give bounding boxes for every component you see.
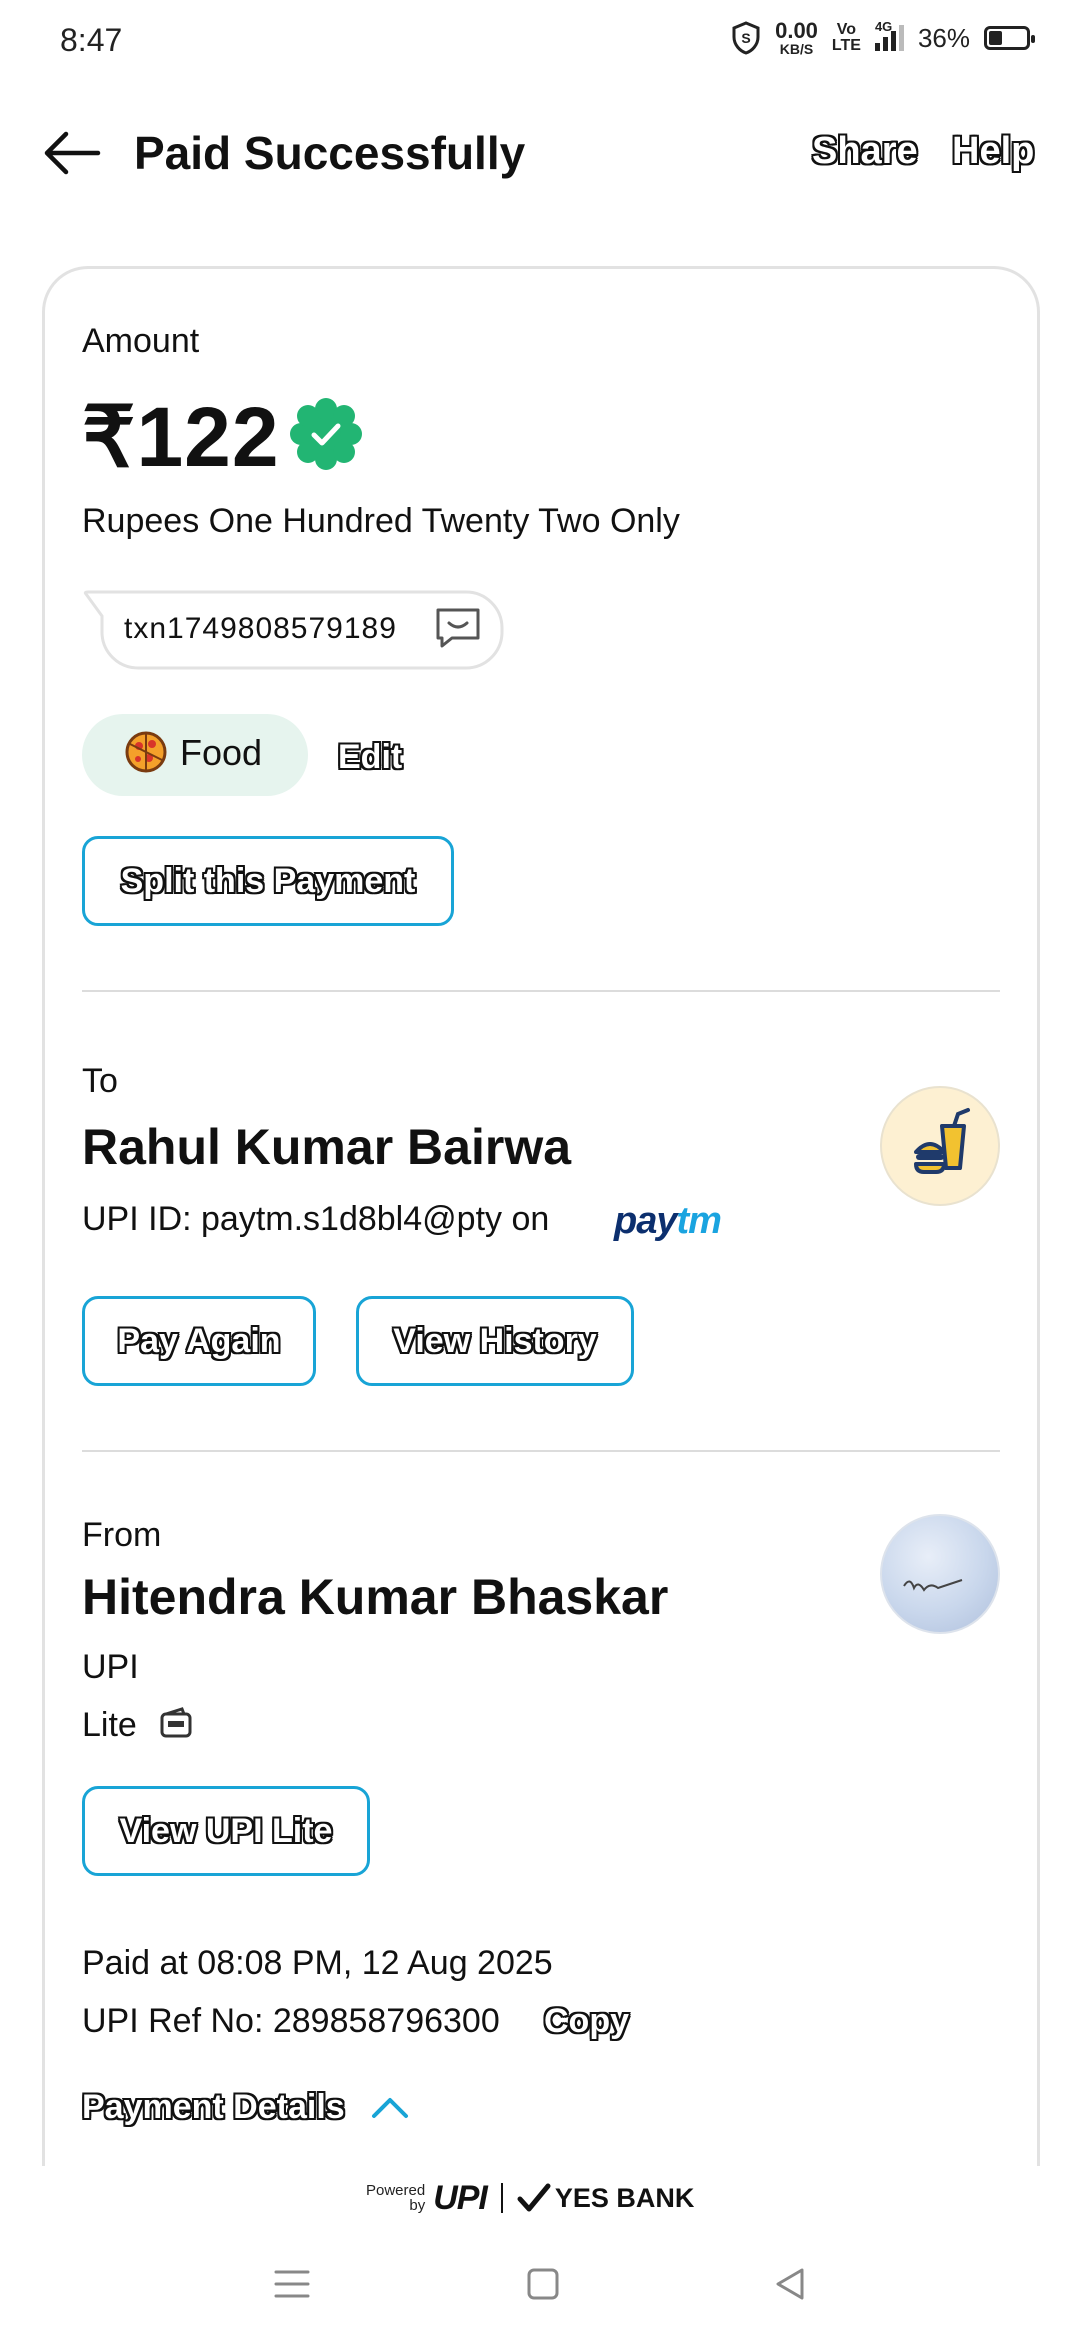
amount-in-words: Rupees One Hundred Twenty Two Only: [82, 502, 680, 540]
paid-at-text: Paid at 08:08 PM, 12 Aug 2025: [82, 1944, 553, 1982]
bank-name: YES BANK: [554, 2182, 695, 2213]
paytm-logo-pay: pay: [614, 1200, 677, 1242]
to-label: To: [82, 1062, 118, 1100]
speed-unit: KB/S: [779, 41, 814, 57]
signature-icon: [903, 1579, 963, 1592]
signal-icon: 4G: [874, 19, 904, 51]
yes-bank-logo: YES BANK: [517, 2182, 695, 2214]
status-icons: S 0.00 KB/S Vo LTE 4G 36%: [731, 18, 1035, 57]
network-speed: 0.00 KB/S: [775, 18, 818, 57]
food-drink-icon: [914, 1108, 970, 1174]
status-time: 8:47: [60, 22, 123, 58]
help-button[interactable]: Help: [952, 130, 1034, 173]
from-label: From: [82, 1516, 162, 1554]
volte-bottom: LTE: [831, 37, 861, 54]
category-label: Food: [180, 732, 263, 773]
back-arrow-icon[interactable]: [42, 128, 102, 178]
page-title: Paid Successfully: [134, 127, 526, 179]
pay-again-button[interactable]: Pay Again: [82, 1296, 316, 1386]
message-icon[interactable]: [434, 606, 482, 650]
volte-top: Vo: [836, 21, 857, 38]
payer-name: Hitendra Kumar Bhaskar: [82, 1569, 669, 1625]
amount-value: ₹122: [82, 390, 280, 484]
payment-details-toggle[interactable]: Payment Details: [82, 2088, 345, 2127]
edit-category-button[interactable]: Edit: [338, 738, 402, 777]
paytm-logo-tm: tm: [676, 1200, 721, 1242]
footer-separator: [500, 2183, 503, 2213]
divider: [82, 1450, 1000, 1452]
by-text: by: [409, 2197, 426, 2214]
powered-by-footer: Powered by UPI YES BANK: [366, 2178, 726, 2218]
copy-ref-button[interactable]: Copy: [544, 2002, 629, 2041]
upi-lite-wallet-icon: [160, 1707, 192, 1738]
menu-nav-icon[interactable]: [272, 2264, 312, 2304]
chevron-up-icon[interactable]: [368, 2088, 412, 2124]
view-history-button[interactable]: View History: [356, 1296, 634, 1386]
split-payment-button[interactable]: Split this Payment: [82, 836, 454, 926]
battery-percent: 36%: [917, 22, 970, 53]
payee-name: Rahul Kumar Bairwa: [82, 1119, 572, 1175]
powered-text: Powered: [366, 2182, 426, 2199]
speed-value: 0.00: [775, 18, 818, 43]
checkmark-icon: [517, 2183, 551, 2212]
powered-by-text: Powered by: [366, 2183, 425, 2213]
volte-indicator: Vo LTE: [832, 22, 861, 54]
pizza-icon: [125, 731, 167, 773]
upi-ref-number: UPI Ref No: 289858796300: [82, 2002, 500, 2040]
home-nav-icon[interactable]: [526, 2264, 560, 2304]
shield-icon: S: [732, 21, 760, 55]
back-nav-icon[interactable]: [770, 2264, 810, 2304]
view-upi-lite-button[interactable]: View UPI Lite: [82, 1786, 370, 1876]
payer-avatar: [880, 1514, 1000, 1634]
amount-label: Amount: [82, 322, 200, 360]
payee-avatar: [880, 1086, 1000, 1206]
share-button[interactable]: Share: [812, 130, 918, 173]
paytm-logo: paytm: [614, 1200, 722, 1243]
verified-badge-icon: [290, 398, 362, 470]
battery-icon: [984, 26, 1035, 50]
svg-text:S: S: [741, 30, 750, 46]
transaction-note: txn1749808579189: [124, 612, 397, 645]
divider: [82, 990, 1000, 992]
payer-account-type: UPI: [82, 1648, 139, 1686]
network-type: 4G: [874, 19, 893, 34]
upi-logo: UPI: [433, 2178, 488, 2217]
payee-upi-id: UPI ID: paytm.s1d8bl4@pty on: [82, 1200, 550, 1238]
payer-account-subtype: Lite: [82, 1706, 137, 1744]
